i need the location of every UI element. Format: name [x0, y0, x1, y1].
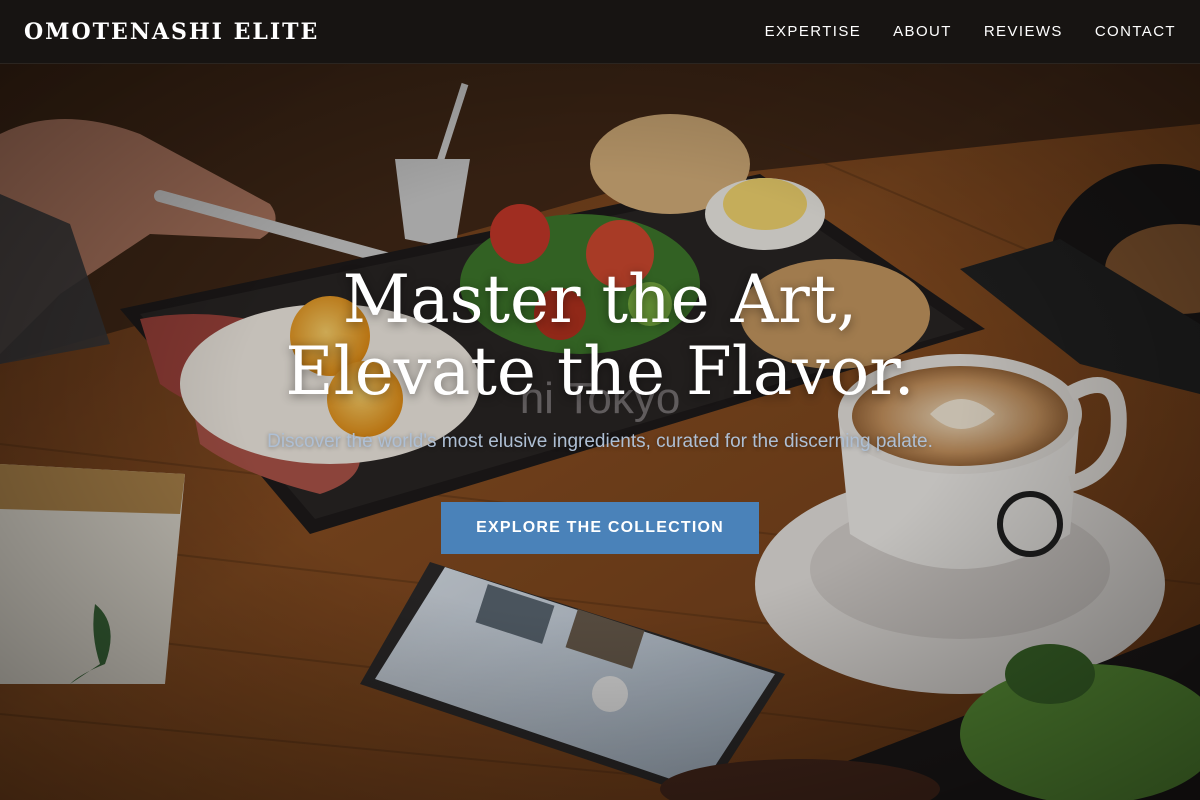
hero-title-line-1: Master the Art, — [342, 261, 858, 338]
hero-title-line-2: Elevate the Flavor. — [285, 333, 915, 410]
explore-collection-button[interactable]: EXPLORE THE COLLECTION — [441, 502, 759, 554]
nav-link-contact[interactable]: CONTACT — [1095, 23, 1176, 40]
hero-subtitle: Discover the world's most elusive ingred… — [267, 431, 933, 452]
nav-link-about[interactable]: ABOUT — [893, 23, 952, 40]
nav-link-reviews[interactable]: REVIEWS — [984, 23, 1063, 40]
hero-title: Master the Art, Elevate the Flavor. — [0, 264, 1200, 408]
site-header: OMOTENASHI ELITE EXPERTISE ABOUT REVIEWS… — [0, 0, 1200, 64]
brand-logo[interactable]: OMOTENASHI ELITE — [24, 19, 319, 45]
main-nav: EXPERTISE ABOUT REVIEWS CONTACT — [765, 23, 1176, 40]
hero-content: ni Tokyo Master the Art, Elevate the Fla… — [0, 64, 1200, 800]
nav-link-expertise[interactable]: EXPERTISE — [765, 23, 862, 40]
hero-section: ni Tokyo Master the Art, Elevate the Fla… — [0, 64, 1200, 800]
